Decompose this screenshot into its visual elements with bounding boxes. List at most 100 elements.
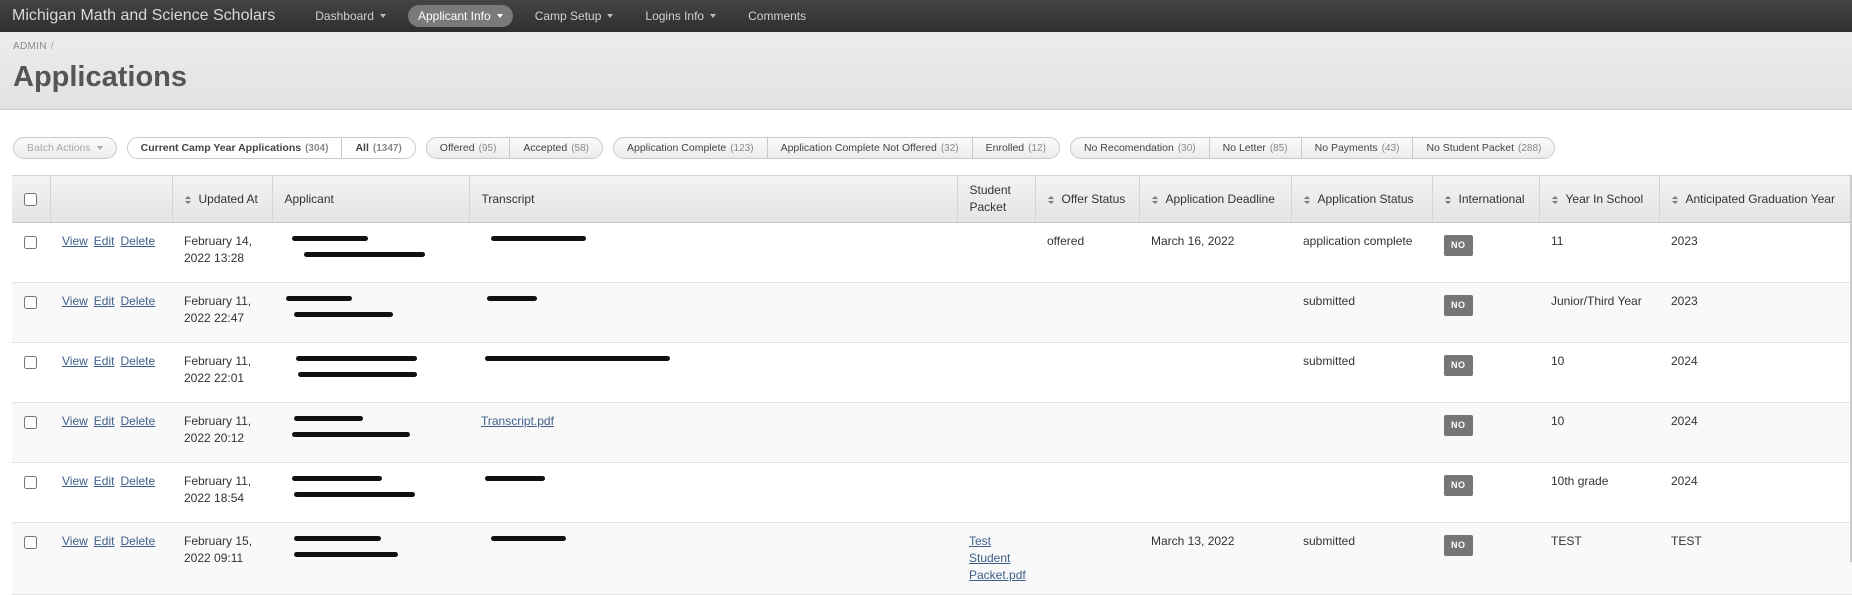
filter-application-complete[interactable]: Application Complete (123) <box>614 138 768 158</box>
filter-offered[interactable]: Offered (95) <box>427 138 511 158</box>
delete-link[interactable]: Delete <box>120 354 155 368</box>
col-offer-status[interactable]: Offer Status <box>1035 175 1140 223</box>
filter-no-letter[interactable]: No Letter (85) <box>1210 138 1302 158</box>
view-link[interactable]: View <box>62 234 88 248</box>
row-checkbox[interactable] <box>24 416 37 429</box>
filter-group-status: Application Complete (123) Application Co… <box>612 137 1060 159</box>
col-updated-at[interactable]: Updated At <box>172 175 273 223</box>
graduation-year-cell: TEST <box>1659 522 1852 595</box>
row-checkbox[interactable] <box>24 356 37 369</box>
delete-link[interactable]: Delete <box>120 414 155 428</box>
edit-link[interactable]: Edit <box>94 414 115 428</box>
edit-link[interactable]: Edit <box>94 354 115 368</box>
transcript-redacted[interactable] <box>481 473 945 507</box>
redaction-stroke <box>294 536 381 541</box>
updated-at-time: 2022 22:47 <box>184 311 245 325</box>
student-packet-link[interactable]: Test Student Packet.pdf <box>969 534 1026 582</box>
nav-dashboard[interactable]: Dashboard <box>305 5 396 27</box>
sort-icon <box>1151 195 1158 204</box>
edit-link[interactable]: Edit <box>94 534 115 548</box>
filter-current-camp-year[interactable]: Current Camp Year Applications (304) <box>127 138 343 158</box>
table-row: View Edit Delete February 11, 2022 20:12 Tr… <box>12 402 1852 463</box>
offer-status-cell <box>1035 522 1139 595</box>
sort-icon <box>1444 195 1451 204</box>
delete-link[interactable]: Delete <box>120 534 155 548</box>
edit-link[interactable]: Edit <box>94 234 115 248</box>
sort-icon <box>1551 195 1558 204</box>
filter-no-student-packet[interactable]: No Student Packet (288) <box>1413 138 1554 158</box>
col-international[interactable]: International <box>1432 175 1540 223</box>
col-application-deadline[interactable]: Application Deadline <box>1139 175 1292 223</box>
redaction-stroke <box>292 476 382 481</box>
applicant-redacted[interactable] <box>284 233 457 267</box>
application-status-cell <box>1291 402 1432 463</box>
redaction-stroke <box>294 492 416 497</box>
col-application-status[interactable]: Application Status <box>1291 175 1433 223</box>
applicant-redacted[interactable] <box>284 413 457 447</box>
sort-icon <box>184 195 191 204</box>
filter-group-year: Current Camp Year Applications (304) All(… <box>126 137 416 159</box>
transcript-link[interactable]: Transcript.pdf <box>481 414 554 428</box>
filter-no-recommendation[interactable]: No Recomendation (30) <box>1071 138 1210 158</box>
delete-link[interactable]: Delete <box>120 234 155 248</box>
delete-link[interactable]: Delete <box>120 294 155 308</box>
breadcrumb-admin[interactable]: ADMIN <box>13 41 47 52</box>
year-in-school-cell: 10 <box>1539 342 1659 403</box>
select-all-checkbox[interactable] <box>24 192 37 206</box>
filter-complete-not-offered[interactable]: Application Complete Not Offered (32) <box>768 138 973 158</box>
deadline-cell <box>1139 282 1291 343</box>
year-in-school-cell: 10 <box>1539 402 1659 463</box>
view-link[interactable]: View <box>62 414 88 428</box>
transcript-redacted[interactable] <box>481 293 945 327</box>
filter-accepted[interactable]: Accepted (58) <box>510 138 602 158</box>
row-checkbox[interactable] <box>24 536 37 549</box>
page-header: ADMIN / Applications <box>0 32 1852 110</box>
sort-icon <box>1047 195 1054 204</box>
updated-at-date: February 14, <box>184 234 253 248</box>
updated-at-time: 2022 18:54 <box>184 491 245 505</box>
brand-title[interactable]: Michigan Math and Science Scholars <box>12 7 275 25</box>
chevron-down-icon <box>379 14 386 18</box>
table-row: View Edit Delete February 15, 2022 09:11 Te… <box>12 522 1852 595</box>
col-anticipated-graduation-year[interactable]: Anticipated Graduation Year <box>1659 175 1852 223</box>
nav-comments[interactable]: Comments <box>738 5 816 27</box>
redaction-stroke <box>491 536 566 541</box>
breadcrumb: ADMIN / <box>13 41 54 52</box>
row-checkbox[interactable] <box>24 476 37 489</box>
updated-at-date: February 11, <box>184 294 252 308</box>
view-link[interactable]: View <box>62 534 88 548</box>
international-badge: NO <box>1444 355 1473 376</box>
offer-status-cell <box>1035 462 1139 523</box>
filter-all[interactable]: All (1347) <box>342 138 415 158</box>
applicant-redacted[interactable] <box>284 473 457 507</box>
year-in-school-cell: Junior/Third Year <box>1539 282 1659 343</box>
delete-link[interactable]: Delete <box>120 474 155 488</box>
row-checkbox[interactable] <box>24 236 37 249</box>
view-link[interactable]: View <box>62 354 88 368</box>
batch-actions-button[interactable]: Batch Actions <box>14 138 116 158</box>
nav-applicant-info[interactable]: Applicant Info <box>407 5 513 27</box>
col-student-packet: Student Packet <box>957 175 1036 223</box>
col-year-in-school[interactable]: Year In School <box>1539 175 1660 223</box>
international-badge: NO <box>1444 235 1473 256</box>
transcript-redacted[interactable] <box>481 353 945 387</box>
year-in-school-cell: TEST <box>1539 522 1659 595</box>
row-checkbox[interactable] <box>24 296 37 309</box>
edit-link[interactable]: Edit <box>94 294 115 308</box>
table-row: View Edit Delete February 11, 2022 18:54 NO… <box>12 462 1852 523</box>
view-link[interactable]: View <box>62 474 88 488</box>
redaction-stroke <box>286 296 352 301</box>
nav-camp-setup[interactable]: Camp Setup <box>525 5 624 27</box>
filter-enrolled[interactable]: Enrolled (12) <box>973 138 1059 158</box>
chevron-down-icon <box>96 146 103 150</box>
nav-logins-info[interactable]: Logins Info <box>635 5 726 27</box>
batch-actions-group: Batch Actions <box>13 137 117 159</box>
applicant-redacted[interactable] <box>284 293 457 327</box>
filter-no-payments[interactable]: No Payments (43) <box>1302 138 1414 158</box>
edit-link[interactable]: Edit <box>94 474 115 488</box>
updated-at-time: 2022 09:11 <box>184 551 244 565</box>
transcript-redacted[interactable] <box>481 233 945 267</box>
applicant-redacted[interactable] <box>284 353 457 387</box>
view-link[interactable]: View <box>62 294 88 308</box>
col-applicant: Applicant <box>272 175 470 223</box>
